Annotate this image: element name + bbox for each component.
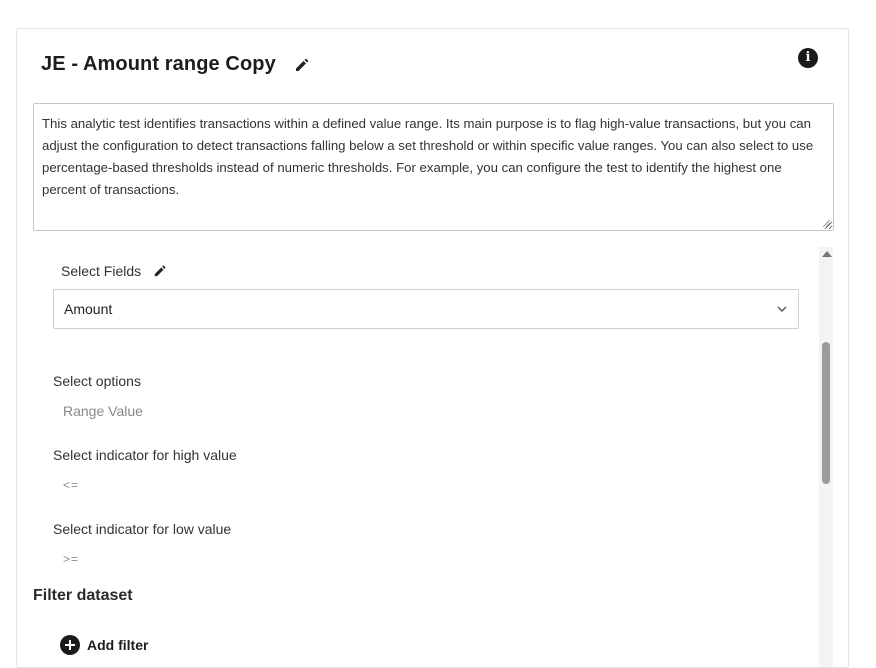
low-indicator-label: Select indicator for low value xyxy=(53,521,232,537)
low-indicator-value[interactable]: >= xyxy=(63,552,79,566)
select-fields-row: Select Fields xyxy=(61,263,167,279)
plus-circle-icon xyxy=(60,635,80,655)
pencil-icon[interactable] xyxy=(294,57,310,73)
test-config-card: JE - Amount range Copy i This analytic t… xyxy=(16,28,849,668)
chevron-down-icon xyxy=(777,306,787,312)
high-indicator-value[interactable]: <= xyxy=(63,478,79,492)
page-title: JE - Amount range Copy xyxy=(41,53,276,75)
pencil-icon[interactable] xyxy=(153,264,167,278)
scrollbar[interactable] xyxy=(819,247,833,667)
select-fields-label: Select Fields xyxy=(61,263,142,279)
resize-handle-icon[interactable] xyxy=(822,219,830,227)
fields-dropdown[interactable]: Amount xyxy=(53,289,799,329)
description-text: This analytic test identifies transactio… xyxy=(42,116,814,197)
select-options-value[interactable]: Range Value xyxy=(63,403,143,419)
add-filter-button[interactable]: Add filter xyxy=(60,635,148,655)
title-row: JE - Amount range Copy xyxy=(41,53,310,76)
filter-dataset-heading: Filter dataset xyxy=(33,587,133,604)
high-indicator-label: Select indicator for high value xyxy=(53,447,237,463)
scrollbar-thumb[interactable] xyxy=(822,342,830,484)
scroll-up-arrow-icon[interactable] xyxy=(822,251,832,257)
fields-dropdown-value: Amount xyxy=(64,301,113,317)
config-scroll-area: Select Fields Amount Select options Rang… xyxy=(17,247,848,667)
add-filter-label: Add filter xyxy=(87,637,149,653)
description-textarea[interactable]: This analytic test identifies transactio… xyxy=(33,103,834,231)
info-icon[interactable]: i xyxy=(798,48,818,68)
select-options-label: Select options xyxy=(53,373,141,389)
